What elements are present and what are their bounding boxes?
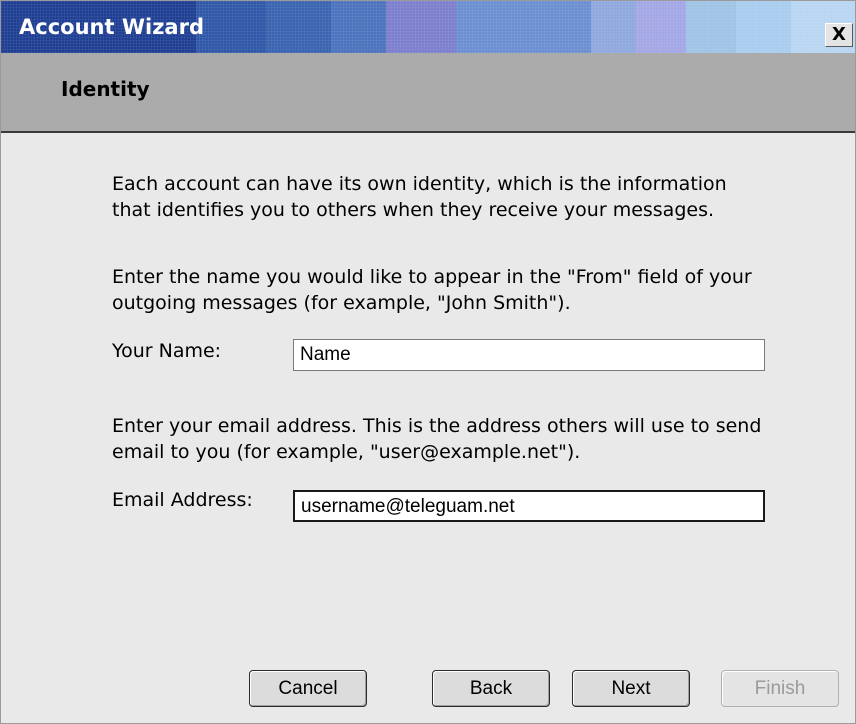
- window-title: Account Wizard: [19, 15, 204, 39]
- email-instruction-text: Enter your email address. This is the ad…: [112, 415, 762, 463]
- email-address-input[interactable]: username@teleguam.net: [293, 490, 765, 522]
- intro-text: Each account can have its own identity, …: [112, 173, 727, 221]
- page-header: Identity: [1, 53, 855, 133]
- cancel-button[interactable]: Cancel: [249, 670, 367, 707]
- close-icon: X: [832, 24, 846, 45]
- your-name-input[interactable]: Name: [293, 339, 765, 371]
- finish-button[interactable]: Finish: [721, 670, 839, 707]
- title-bar[interactable]: Account Wizard X: [1, 1, 855, 53]
- close-button[interactable]: X: [825, 23, 853, 47]
- account-wizard-window: Account Wizard X Identity Each account c…: [0, 0, 856, 724]
- page-title: Identity: [61, 77, 150, 101]
- back-button[interactable]: Back: [432, 670, 550, 707]
- name-instruction-text: Enter the name you would like to appear …: [112, 266, 752, 314]
- email-address-label: Email Address:: [112, 489, 253, 511]
- next-button[interactable]: Next: [572, 670, 690, 707]
- your-name-label: Your Name:: [112, 340, 222, 362]
